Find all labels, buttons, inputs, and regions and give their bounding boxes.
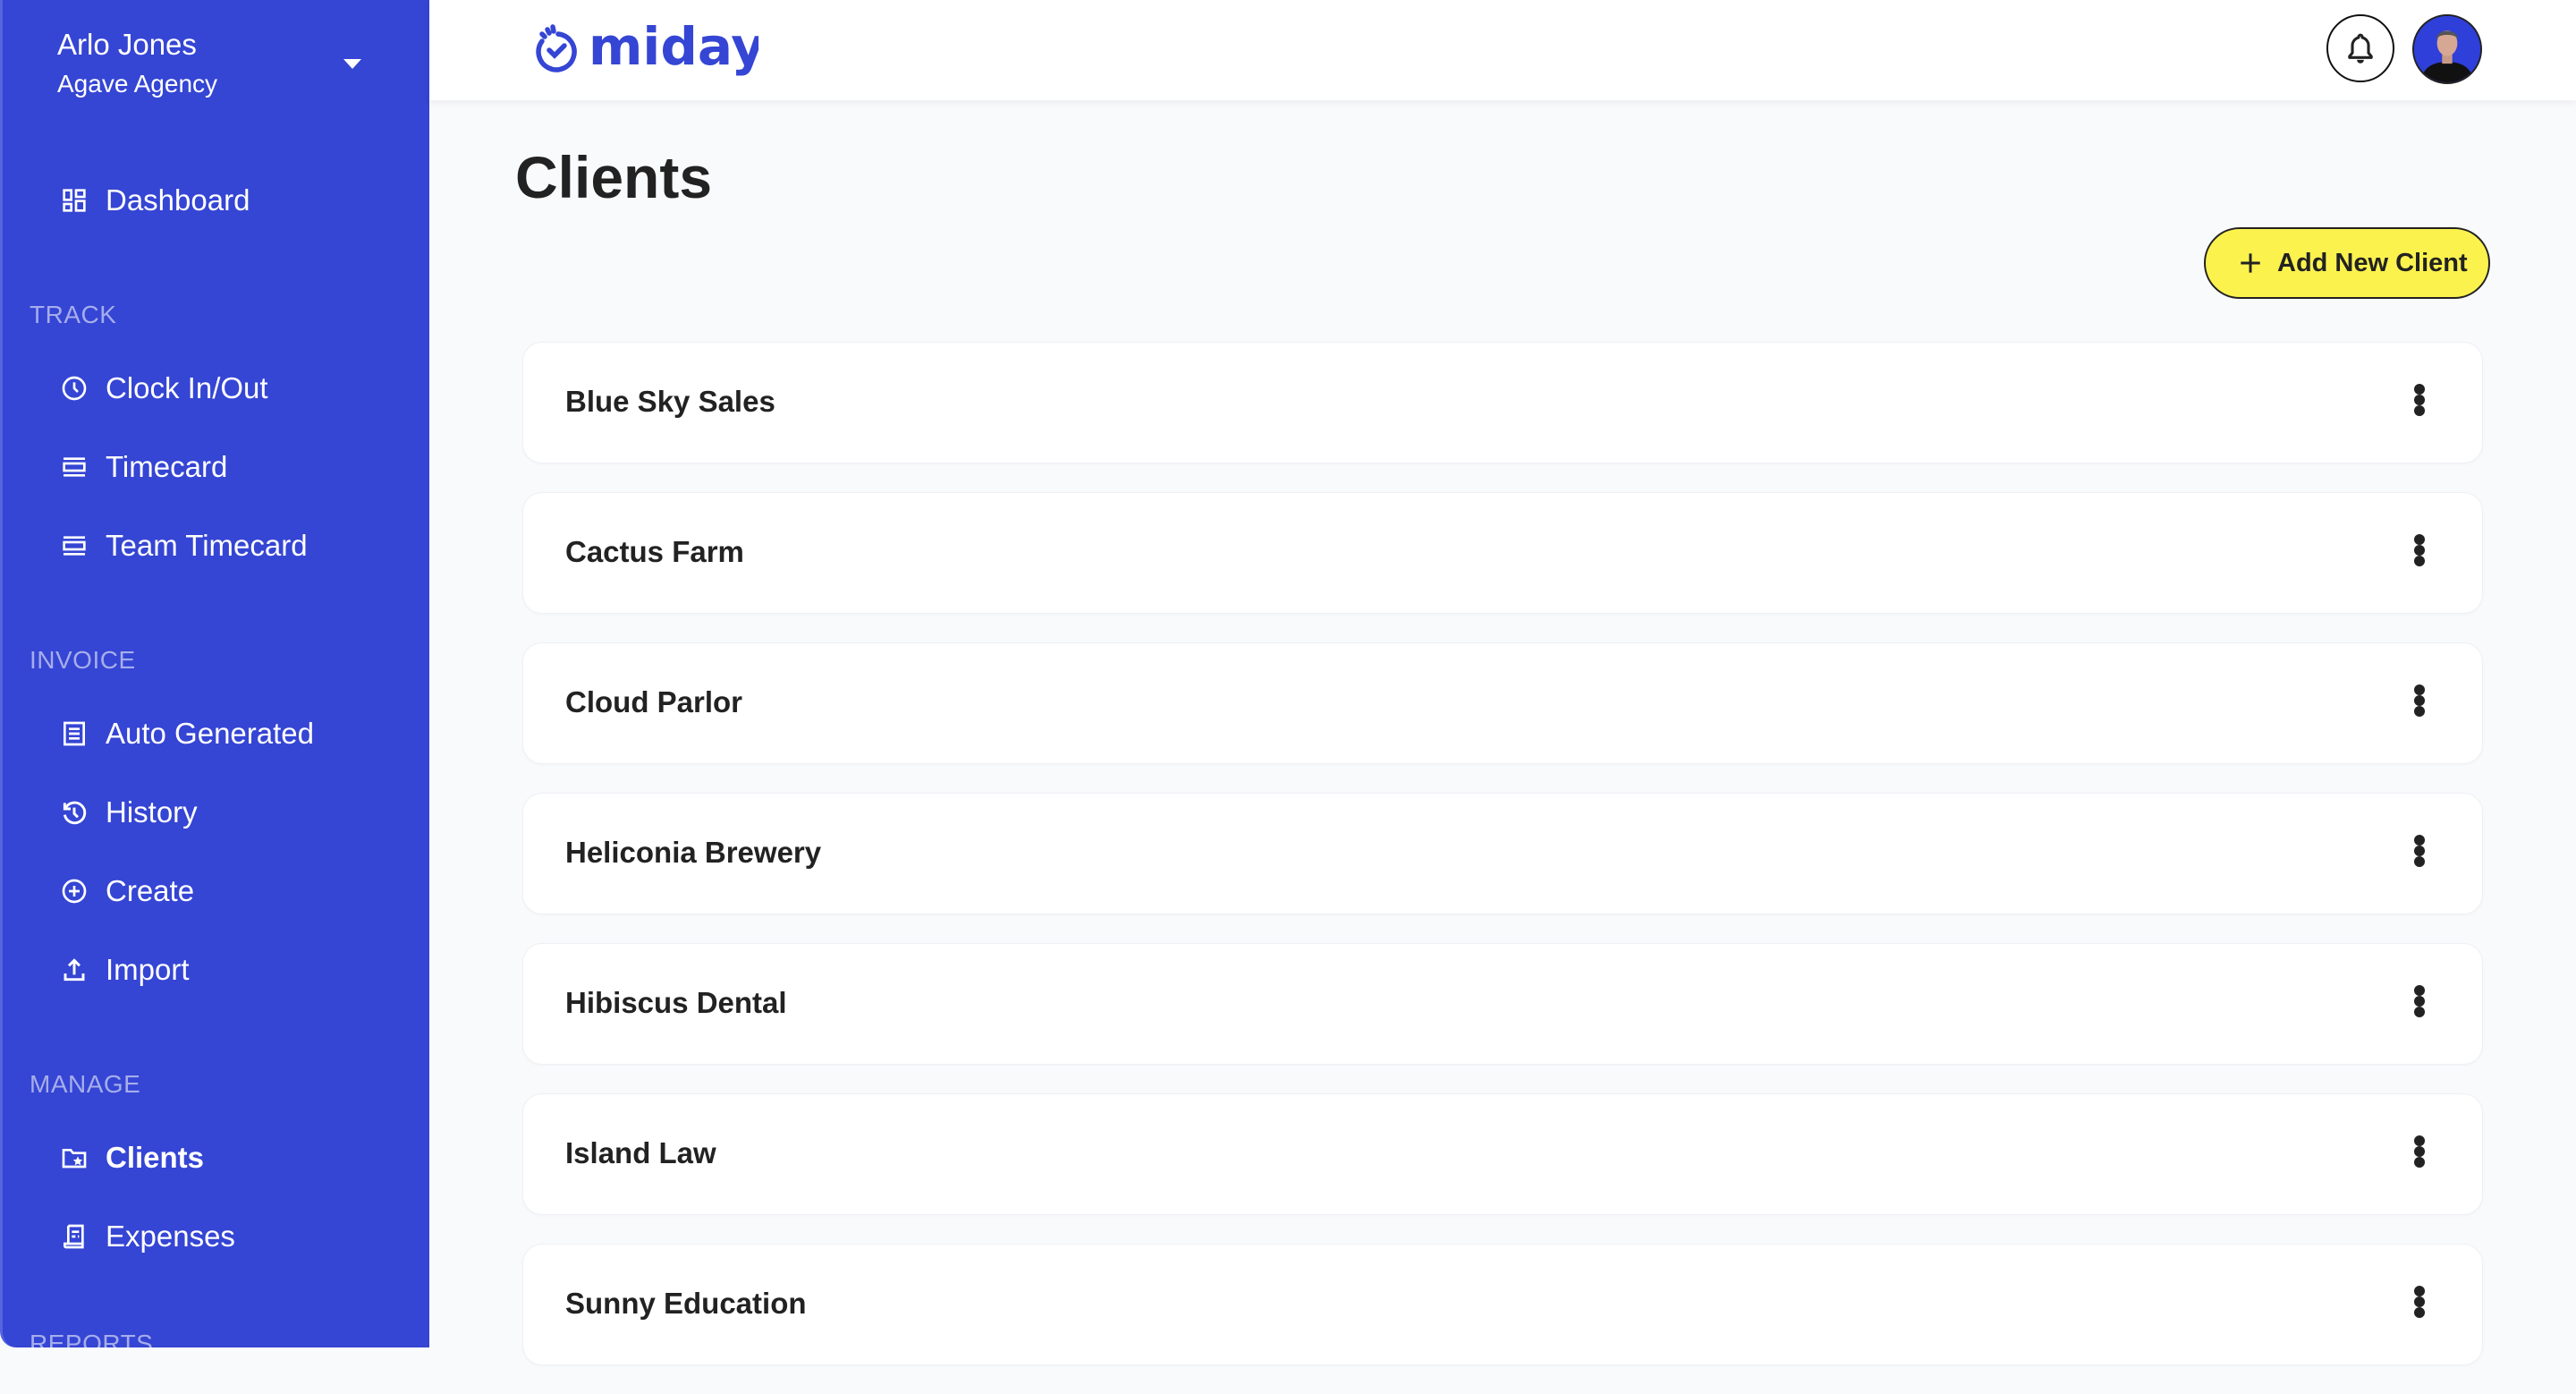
account-switcher[interactable]: Arlo Jones Agave Agency [57, 23, 379, 113]
bell-icon [2348, 33, 2373, 64]
sidebar-item-label: Clients [106, 1141, 205, 1174]
section-label-track: TRACK [30, 301, 117, 328]
add-new-client-button[interactable]: Add New Client [2204, 227, 2490, 299]
sidebar-item-expenses[interactable]: Expenses [3, 1208, 429, 1265]
client-name[interactable]: Hibiscus Dental [565, 985, 787, 1021]
add-new-client-label: Add New Client [2277, 249, 2468, 277]
sidebar-item-label: Create [106, 874, 195, 907]
user-name: Arlo Jones [57, 28, 197, 61]
top-header: miday [429, 0, 2576, 100]
client-name[interactable]: Heliconia Brewery [565, 835, 821, 871]
history-icon [60, 798, 89, 827]
client-name[interactable]: Blue Sky Sales [565, 384, 775, 420]
logo-clock-check-icon: miday [536, 21, 758, 77]
client-name[interactable]: Sunny Education [565, 1286, 807, 1322]
sidebar-item-label: Dashboard [106, 183, 250, 217]
organization-name: Agave Agency [57, 70, 218, 98]
clock-icon [60, 374, 89, 403]
section-label-reports: REPORTS [30, 1330, 154, 1347]
client-row[interactable]: Island Law [522, 1093, 2483, 1215]
sidebar-item-import[interactable]: Import [3, 941, 429, 999]
sidebar-item-clock-in-out[interactable]: Clock In/Out [3, 360, 429, 417]
sidebar-item-label: Expenses [106, 1220, 235, 1253]
sidebar-item-label: Team Timecard [106, 529, 308, 562]
caret-down-icon[interactable] [343, 59, 361, 69]
client-name[interactable]: Island Law [565, 1135, 716, 1171]
sidebar: Arlo Jones Agave Agency Dashboard TRACK … [0, 0, 429, 1347]
client-row[interactable]: Cactus Farm [522, 492, 2483, 614]
receipt-icon [60, 719, 89, 748]
upload-icon [60, 956, 89, 984]
avatar-image [2414, 16, 2480, 82]
more-options-icon[interactable] [2400, 978, 2439, 1024]
sidebar-item-label: Timecard [106, 450, 228, 483]
timecard-icon [60, 531, 89, 560]
client-row[interactable]: Blue Sky Sales [522, 342, 2483, 463]
more-options-icon[interactable] [2400, 527, 2439, 574]
client-name[interactable]: Cactus Farm [565, 534, 744, 570]
client-list: Blue Sky Sales Cactus Farm Cloud Parlor … [522, 342, 2483, 1394]
sidebar-item-clients[interactable]: Clients [3, 1129, 429, 1186]
sidebar-item-auto-generated[interactable]: Auto Generated [3, 705, 429, 762]
expense-receipt-icon [60, 1222, 89, 1251]
sidebar-item-create[interactable]: Create [3, 863, 429, 920]
timecard-icon [60, 453, 89, 481]
more-options-icon[interactable] [2400, 1128, 2439, 1175]
section-label-manage: MANAGE [30, 1070, 141, 1098]
notifications-button[interactable] [2326, 14, 2394, 82]
more-options-icon[interactable] [2400, 1279, 2439, 1325]
more-options-icon[interactable] [2400, 377, 2439, 423]
more-options-icon[interactable] [2400, 828, 2439, 874]
sidebar-item-team-timecard[interactable]: Team Timecard [3, 517, 429, 574]
sidebar-item-label: Auto Generated [106, 717, 314, 750]
client-row[interactable]: Hibiscus Dental [522, 943, 2483, 1065]
client-name[interactable]: Cloud Parlor [565, 684, 742, 720]
more-options-icon[interactable] [2400, 677, 2439, 724]
client-row[interactable]: Heliconia Brewery [522, 793, 2483, 914]
sidebar-item-timecard[interactable]: Timecard [3, 438, 429, 496]
logo-text: miday [589, 21, 758, 77]
dashboard-icon [60, 186, 89, 215]
user-avatar[interactable] [2412, 14, 2482, 84]
sidebar-item-dashboard[interactable]: Dashboard [3, 172, 429, 229]
folder-star-icon [60, 1143, 89, 1172]
plus-circle-icon [60, 877, 89, 905]
plus-icon [2241, 253, 2260, 273]
sidebar-item-label: Import [106, 953, 190, 986]
client-row[interactable]: Cloud Parlor [522, 642, 2483, 764]
sidebar-item-label: History [106, 795, 198, 829]
sidebar-item-label: Clock In/Out [106, 371, 268, 404]
section-label-invoice: INVOICE [30, 646, 136, 674]
page-title: Clients [515, 144, 713, 210]
sidebar-item-history[interactable]: History [3, 784, 429, 841]
miday-logo[interactable]: miday [535, 21, 758, 81]
